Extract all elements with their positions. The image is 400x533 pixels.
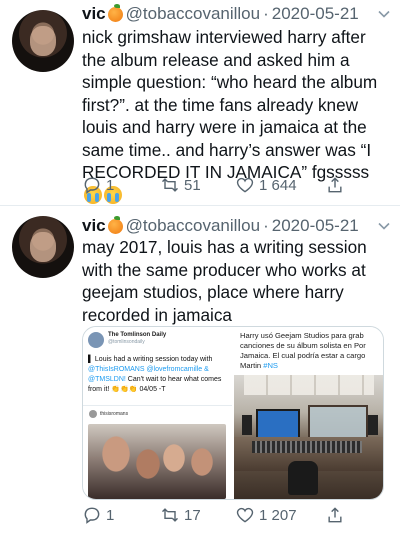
mixing-console bbox=[252, 441, 362, 453]
screenshot-tomlinson-daily[interactable]: The Tomlinson Daily @tomlinsondaily ▌ Lo… bbox=[83, 327, 234, 499]
separator: · bbox=[263, 216, 269, 235]
retweet-button[interactable]: 51 bbox=[160, 175, 235, 195]
tweet-2: vic @tobaccovanillou · 2020-05-21 may 20… bbox=[0, 206, 400, 533]
tweet-1: vic @tobaccovanillou · 2020-05-21 nick g… bbox=[0, 0, 400, 204]
spanish-caption: Harry usó Geejam Studios para grab canci… bbox=[240, 331, 366, 370]
screenshot-geejam-studio[interactable]: Harry usó Geejam Studios para grab canci… bbox=[234, 327, 383, 499]
clap-emoji: 👏👏👏 bbox=[111, 386, 138, 393]
tweet-text: may 2017, louis has a writing session wi… bbox=[82, 237, 367, 325]
account-handle: @tomlinsondaily bbox=[108, 339, 145, 345]
avatar bbox=[89, 410, 97, 418]
user-name[interactable]: vic bbox=[82, 4, 106, 24]
reply-icon bbox=[84, 507, 100, 524]
like-button[interactable]: 1 644 bbox=[235, 175, 325, 195]
like-count: 1 207 bbox=[259, 506, 297, 524]
share-button[interactable] bbox=[325, 175, 345, 195]
reply-count: 1 bbox=[106, 506, 115, 524]
share-icon bbox=[328, 177, 342, 193]
like-count: 1 644 bbox=[259, 176, 297, 194]
speaker bbox=[368, 415, 378, 435]
speaker bbox=[242, 415, 252, 435]
media-grid[interactable]: The Tomlinson Daily @tomlinsondaily ▌ Lo… bbox=[82, 326, 384, 500]
reply-button[interactable]: 1 bbox=[82, 175, 160, 195]
retweet-icon bbox=[161, 178, 179, 192]
user-name[interactable]: vic bbox=[82, 216, 106, 236]
like-icon bbox=[236, 507, 254, 523]
studio-window bbox=[308, 405, 368, 439]
tweet-date[interactable]: 2020-05-21 bbox=[272, 4, 359, 24]
tweet-header: vic @tobaccovanillou · 2020-05-21 bbox=[82, 214, 392, 238]
retweet-count: 17 bbox=[184, 506, 201, 524]
group-photo bbox=[88, 424, 226, 499]
chevron-down-icon[interactable] bbox=[376, 218, 392, 234]
reply-button[interactable]: 1 bbox=[82, 505, 160, 525]
embedded-tweet-text: ▌ Louis had a writing session today with… bbox=[88, 356, 222, 393]
retweet-count: 51 bbox=[184, 176, 201, 194]
tweet-actions: 1 51 1 644 bbox=[82, 174, 360, 196]
reply-icon bbox=[84, 177, 100, 194]
tweet-date[interactable]: 2020-05-21 bbox=[272, 216, 359, 236]
tweet-text-body: nick grimshaw interviewed harry after th… bbox=[82, 27, 378, 182]
account-name: The Tomlinson Daily bbox=[108, 332, 167, 338]
monitor bbox=[256, 409, 300, 439]
share-button[interactable] bbox=[325, 505, 345, 525]
studio-photo bbox=[234, 375, 383, 499]
chair bbox=[288, 461, 318, 495]
chevron-down-icon[interactable] bbox=[376, 6, 392, 22]
retweet-button[interactable]: 17 bbox=[160, 505, 235, 525]
retweet-icon bbox=[161, 508, 179, 522]
orange-emoji bbox=[107, 3, 123, 22]
phone-emoji: ▌ bbox=[88, 356, 95, 363]
divider bbox=[83, 405, 232, 406]
studio-ceiling bbox=[244, 375, 374, 395]
separator: · bbox=[263, 4, 269, 23]
like-icon bbox=[236, 177, 254, 193]
user-handle[interactable]: @tobaccovanillou bbox=[126, 216, 260, 236]
inner-user-name: thisisromans bbox=[100, 411, 129, 417]
tweet-actions: 1 17 1 207 bbox=[82, 504, 360, 526]
avatar[interactable] bbox=[12, 216, 74, 278]
reply-count: 1 bbox=[106, 176, 115, 194]
like-button[interactable]: 1 207 bbox=[235, 505, 325, 525]
user-handle[interactable]: @tobaccovanillou bbox=[126, 4, 260, 24]
tweet-header: vic @tobaccovanillou · 2020-05-21 bbox=[82, 2, 392, 26]
orange-emoji bbox=[107, 215, 123, 234]
account-avatar bbox=[88, 332, 104, 348]
share-icon bbox=[328, 507, 342, 523]
avatar[interactable] bbox=[12, 10, 74, 72]
